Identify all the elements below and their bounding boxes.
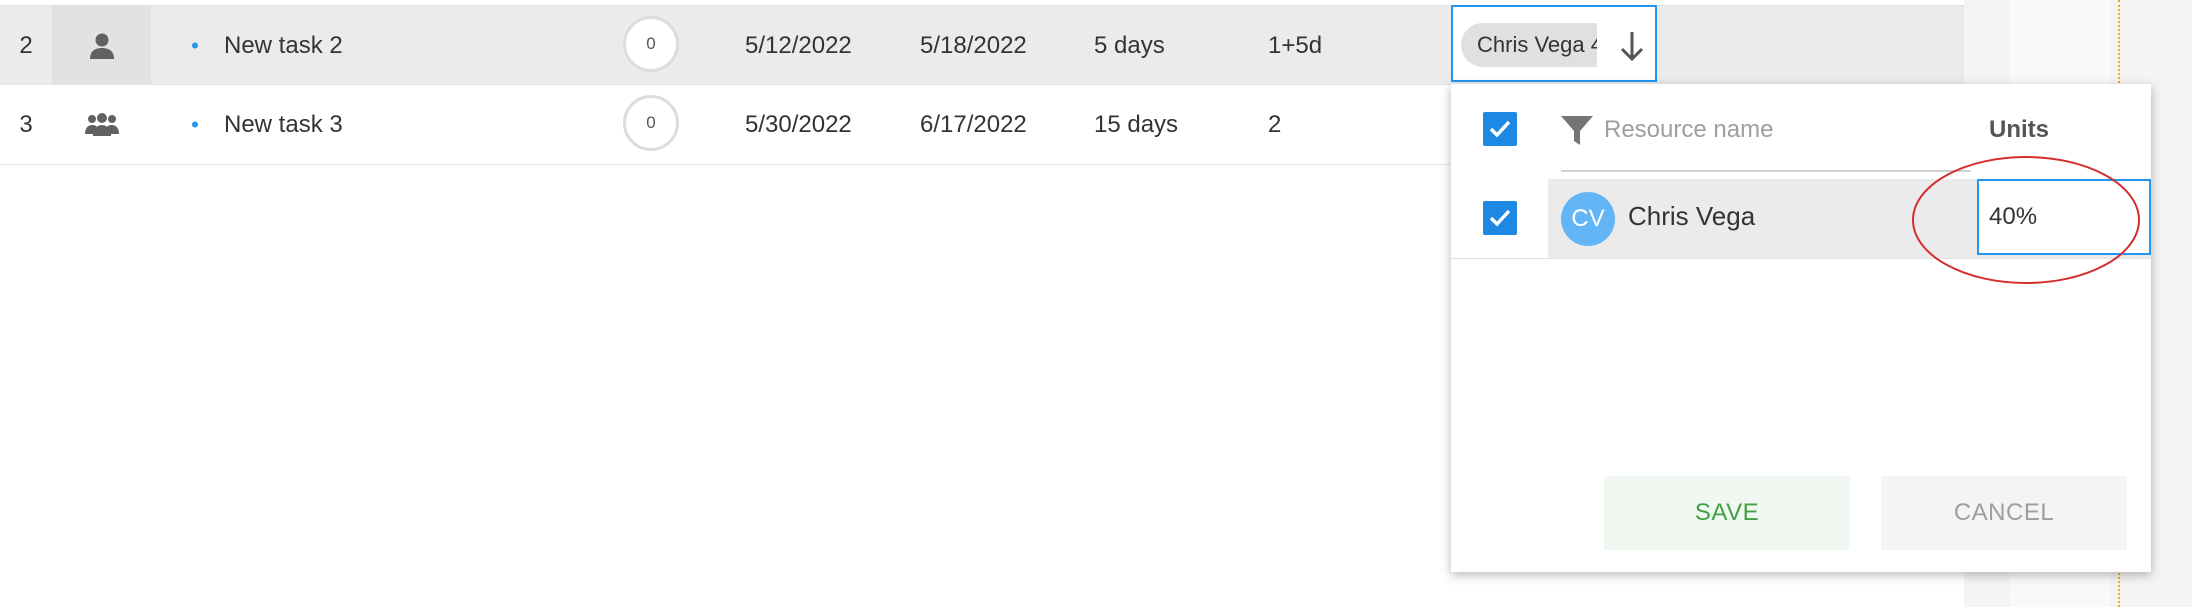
bullet-icon: •	[191, 32, 199, 58]
start-date[interactable]: 5/12/2022	[745, 6, 852, 85]
row-number: 2	[0, 6, 52, 85]
filter-icon[interactable]	[1559, 114, 1595, 148]
units-column-header[interactable]: Units	[1989, 116, 2049, 144]
resource-name: Chris Vega	[1628, 201, 1756, 231]
resource-name-filter-input[interactable]	[1602, 106, 1896, 154]
avatar: CV	[1561, 192, 1615, 246]
person-icon	[52, 6, 151, 85]
resource-checkbox[interactable]	[1483, 201, 1517, 235]
percent-complete-indicator[interactable]: 0	[623, 95, 679, 151]
duration[interactable]: 15 days	[1094, 85, 1178, 164]
predecessors[interactable]: 2	[1268, 85, 1281, 164]
percent-complete-indicator[interactable]: 0	[623, 16, 679, 72]
finish-date[interactable]: 6/17/2022	[920, 85, 1027, 164]
annotation-ellipse	[1912, 156, 2140, 284]
duration[interactable]: 5 days	[1094, 6, 1165, 85]
cancel-button[interactable]: CANCEL	[1881, 476, 2127, 550]
people-group-icon	[52, 85, 151, 164]
select-all-checkbox[interactable]	[1483, 112, 1517, 146]
task-name[interactable]: New task 2	[224, 6, 343, 85]
filter-underline	[1561, 170, 1971, 172]
start-date[interactable]: 5/30/2022	[745, 85, 852, 164]
row-number: 3	[19, 110, 33, 138]
save-button[interactable]: SAVE	[1604, 476, 1850, 550]
predecessors[interactable]: 1+5d	[1268, 6, 1322, 85]
arrow-down-icon[interactable]	[1617, 29, 1647, 63]
check-icon	[1489, 120, 1511, 138]
resource-cell-editor[interactable]: Chris Vega 4	[1451, 5, 1657, 82]
task-name[interactable]: New task 3	[224, 85, 343, 164]
resource-assignment-popup: Units CV Chris Vega SAVE CANCEL	[1451, 84, 2151, 572]
check-icon	[1489, 209, 1511, 227]
bullet-icon: •	[191, 111, 199, 137]
finish-date[interactable]: 5/18/2022	[920, 6, 1027, 85]
table-row[interactable]: 2 • New task 2 0 5/12/2022 5/18/2022 5 d…	[0, 5, 1964, 85]
resource-chip[interactable]: Chris Vega 4	[1461, 23, 1597, 67]
